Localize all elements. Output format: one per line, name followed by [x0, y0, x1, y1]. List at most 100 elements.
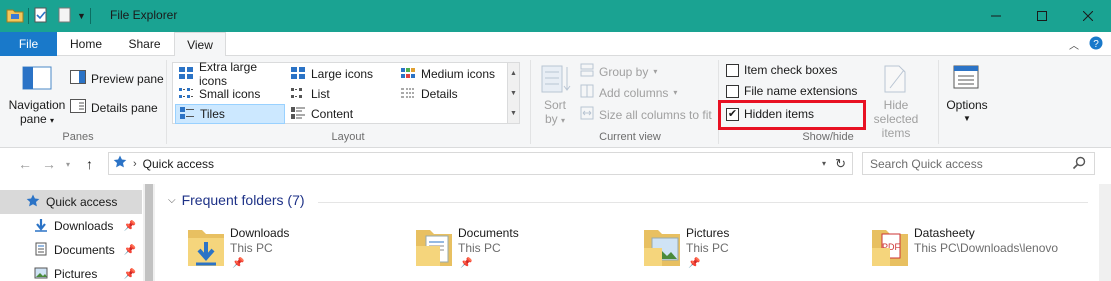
pin-icon: 📌: [232, 258, 245, 269]
panes-group-label: Panes: [62, 131, 94, 143]
folder-tile-downloads[interactable]: Downloads This PC 📌: [186, 224, 406, 281]
size-all-columns-button[interactable]: Size all columns to fit: [580, 106, 712, 123]
highlight-box: [718, 100, 866, 130]
section-title: Frequent folders (7): [181, 192, 305, 208]
layout-medium-icons[interactable]: Medium icons: [397, 64, 507, 84]
navigation-pane-icon: [22, 66, 52, 93]
minimize-button[interactable]: [973, 0, 1019, 32]
maximize-button[interactable]: [1019, 0, 1065, 32]
more-icon[interactable]: ▼: [510, 110, 517, 117]
group-separator: [938, 60, 939, 144]
folder-location: This PC: [458, 241, 501, 255]
details-pane-label: Details pane: [91, 100, 158, 115]
nav-item-downloads[interactable]: Downloads 📌: [0, 214, 142, 238]
content-icon: [290, 106, 306, 123]
file-name-extensions-toggle[interactable]: File name extensions: [726, 84, 857, 98]
address-bar[interactable]: › Quick access ▾ ↻: [108, 152, 853, 175]
file-name-extensions-checkbox[interactable]: [726, 84, 739, 98]
downloads-icon: [34, 218, 48, 235]
layout-content[interactable]: Content: [287, 104, 397, 124]
sort-by-label: Sort: [543, 98, 566, 112]
folder-name: Documents: [458, 226, 519, 240]
layout-tiles[interactable]: Tiles: [175, 104, 285, 124]
layout-extra-large-icons[interactable]: Extra large icons: [175, 60, 287, 88]
close-button[interactable]: [1065, 0, 1111, 32]
toolbar-separator: [89, 8, 91, 24]
refresh-icon[interactable]: ↻: [835, 156, 846, 172]
size-all-columns-label: Size all columns to fit: [599, 107, 712, 122]
search-icon: [1072, 156, 1086, 173]
tab-share[interactable]: Share: [115, 32, 174, 56]
small-icons-icon: [178, 86, 194, 103]
back-arrow-icon[interactable]: ←: [18, 156, 32, 172]
small-icons-label: Small icons: [199, 87, 261, 101]
nav-item-label: Downloads: [54, 219, 114, 233]
frequent-folders-header[interactable]: ⌵ Frequent folders (7): [168, 192, 305, 208]
forward-arrow-icon[interactable]: →: [42, 156, 56, 172]
pin-icon: 📌: [123, 220, 136, 232]
layout-gallery-scroll[interactable]: ▲ ▼ ▼: [507, 63, 519, 123]
folder-tile-documents[interactable]: Documents This PC 📌: [414, 224, 634, 281]
quick-access-star-icon: [113, 155, 127, 172]
tab-view[interactable]: View: [174, 32, 226, 57]
item-check-boxes-checkbox[interactable]: [726, 63, 739, 77]
navigation-pane: Quick access Downloads 📌 Documents 📌 Pic…: [0, 184, 155, 281]
svg-text:?: ?: [1093, 39, 1099, 50]
layout-details[interactable]: Details: [397, 84, 507, 104]
tiles-label: Tiles: [200, 107, 225, 121]
file-name-extensions-label: File name extensions: [744, 84, 858, 98]
options-label: Options: [946, 98, 988, 112]
content-scrollbar[interactable]: [1099, 184, 1111, 281]
section-divider: [318, 202, 1088, 203]
group-by-button[interactable]: Group by ▾: [580, 63, 657, 80]
nav-item-quick-access[interactable]: Quick access: [0, 190, 142, 214]
recent-locations-chevron-icon[interactable]: ▾: [66, 160, 70, 169]
documents-icon: [34, 242, 48, 259]
ribbon-tabs: File Home Share View: [0, 32, 1111, 57]
quick-access-toolbar: ▼: [6, 6, 95, 26]
group-by-chevron-icon: ▾: [653, 67, 658, 76]
up-arrow-icon[interactable]: ↑: [86, 156, 93, 172]
nav-pane-scrollbar[interactable]: [143, 184, 155, 281]
title-bar: ▼ File Explorer: [0, 0, 1111, 32]
quick-access-icon: [26, 194, 40, 211]
collapse-ribbon-icon[interactable]: ︿: [1069, 37, 1079, 52]
details-pane-button[interactable]: Details pane: [70, 99, 158, 116]
customize-toolbar-icon[interactable]: ▼: [77, 11, 86, 21]
layout-group-label: Layout: [331, 131, 365, 143]
layout-large-icons[interactable]: Large icons: [287, 64, 397, 84]
nav-item-label: Documents: [54, 243, 115, 257]
tab-home[interactable]: Home: [57, 32, 115, 56]
layout-list[interactable]: List: [287, 84, 397, 104]
ribbon-controls: ︿ ?: [1069, 36, 1103, 53]
help-icon[interactable]: ?: [1089, 36, 1103, 53]
tab-file[interactable]: File: [0, 32, 57, 56]
search-input[interactable]: Search Quick access: [862, 152, 1095, 175]
large-icons-label: Large icons: [311, 67, 374, 81]
large-icons-icon: [290, 66, 306, 83]
options-chevron-icon: ▼: [963, 114, 971, 123]
nav-pane-scroll-thumb[interactable]: [145, 184, 153, 281]
extra-large-icons-icon: [178, 66, 194, 83]
new-folder-icon[interactable]: [57, 7, 73, 26]
address-dropdown-icon[interactable]: ▾: [822, 159, 826, 168]
scroll-up-icon[interactable]: ▲: [510, 70, 517, 77]
current-view-group-label: Current view: [599, 131, 661, 143]
folder-name: Downloads: [230, 226, 290, 240]
item-check-boxes-toggle[interactable]: Item check boxes: [726, 63, 837, 77]
add-columns-button[interactable]: Add columns ▾: [580, 84, 677, 101]
preview-pane-icon: [70, 70, 86, 87]
nav-item-documents[interactable]: Documents 📌: [0, 238, 142, 262]
nav-item-label: Pictures: [54, 267, 98, 281]
folder-tile-pictures[interactable]: Pictures This PC 📌: [642, 224, 862, 281]
tiles-icon: [179, 106, 195, 123]
pin-icon: 📌: [123, 244, 136, 256]
layout-small-icons[interactable]: Small icons: [175, 84, 287, 104]
preview-pane-button[interactable]: Preview pane: [70, 70, 164, 87]
scroll-down-icon[interactable]: ▼: [510, 90, 517, 97]
nav-item-label: Quick access: [46, 195, 118, 209]
nav-item-pictures[interactable]: Pictures 📌: [0, 262, 142, 281]
properties-icon[interactable]: [33, 7, 49, 26]
folder-tile-datasheety[interactable]: PDF Datasheety This PC\Downloads\lenovo: [870, 224, 1090, 281]
add-columns-chevron-icon: ▾: [673, 88, 678, 97]
